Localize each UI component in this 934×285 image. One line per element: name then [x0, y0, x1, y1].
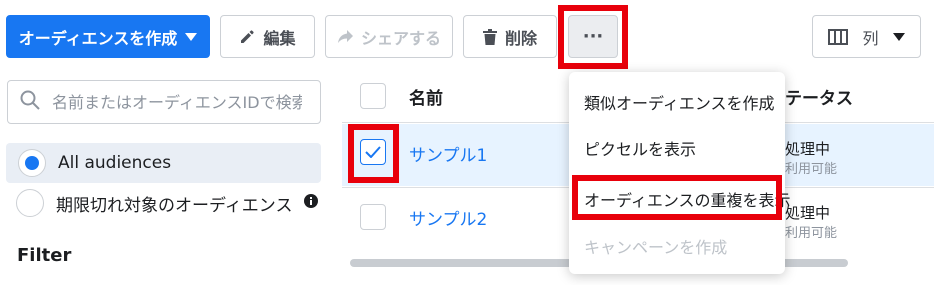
- create-audience-label: オーディエンスを作成: [18, 28, 178, 48]
- availability-text: 利用可能: [785, 226, 838, 241]
- highlight-overlap-item: [572, 175, 782, 220]
- columns-icon: [828, 28, 849, 45]
- create-audience-button[interactable]: オーディエンスを作成: [6, 15, 210, 58]
- column-header-name: 名前: [409, 89, 443, 109]
- menu-item-show-pixel[interactable]: ピクセルを表示: [584, 136, 696, 160]
- info-icon[interactable]: [304, 193, 319, 213]
- availability-text: 利用可能: [785, 162, 838, 177]
- audience-search-field[interactable]: [7, 80, 321, 124]
- highlight-more-button: [558, 5, 628, 69]
- menu-item-create-lookalike[interactable]: 類似オーディエンスを作成: [584, 90, 775, 114]
- radio-selected[interactable]: [18, 149, 46, 177]
- filter-all-audiences-label: All audiences: [58, 153, 172, 173]
- status-text: 処理中: [785, 140, 831, 158]
- highlight-row-checkbox: [348, 124, 399, 183]
- dropdown-triangle-icon: [892, 32, 905, 41]
- share-arrow-icon: [337, 29, 353, 44]
- audience-link[interactable]: サンプル1: [409, 141, 487, 166]
- row-checkbox[interactable]: [360, 204, 386, 230]
- columns-label: 列: [862, 28, 879, 48]
- edit-label: 編集: [263, 28, 296, 48]
- pencil-icon: [239, 29, 255, 45]
- edit-button[interactable]: 編集: [220, 15, 315, 58]
- trash-icon: [482, 28, 497, 45]
- columns-button[interactable]: 列: [812, 15, 921, 58]
- delete-button[interactable]: 削除: [463, 15, 557, 58]
- more-options-menu: 類似オーディエンスを作成 ピクセルを表示 オーディエンスの重複を表示 キャンペー…: [569, 72, 791, 274]
- filter-all-audiences[interactable]: All audiences: [6, 143, 321, 183]
- search-icon: [20, 90, 40, 114]
- share-label: シェアする: [360, 28, 441, 48]
- dropdown-triangle-icon: [185, 32, 198, 41]
- select-all-checkbox[interactable]: [360, 83, 386, 109]
- menu-item-create-campaign[interactable]: キャンペーンを作成: [584, 234, 727, 258]
- share-button[interactable]: シェアする: [325, 15, 453, 58]
- filter-heading: Filter: [17, 245, 72, 266]
- radio-unselected[interactable]: [16, 189, 44, 217]
- search-input[interactable]: [50, 91, 304, 113]
- filter-expiring-audiences[interactable]: 期限切れ対象のオーディエンス: [6, 188, 321, 220]
- status-text: 処理中: [785, 204, 831, 222]
- column-header-status: テータス: [785, 89, 853, 109]
- audience-link[interactable]: サンプル2: [409, 205, 487, 230]
- delete-label: 削除: [504, 28, 537, 48]
- filter-expiring-label: 期限切れ対象のオーディエンス: [56, 195, 293, 216]
